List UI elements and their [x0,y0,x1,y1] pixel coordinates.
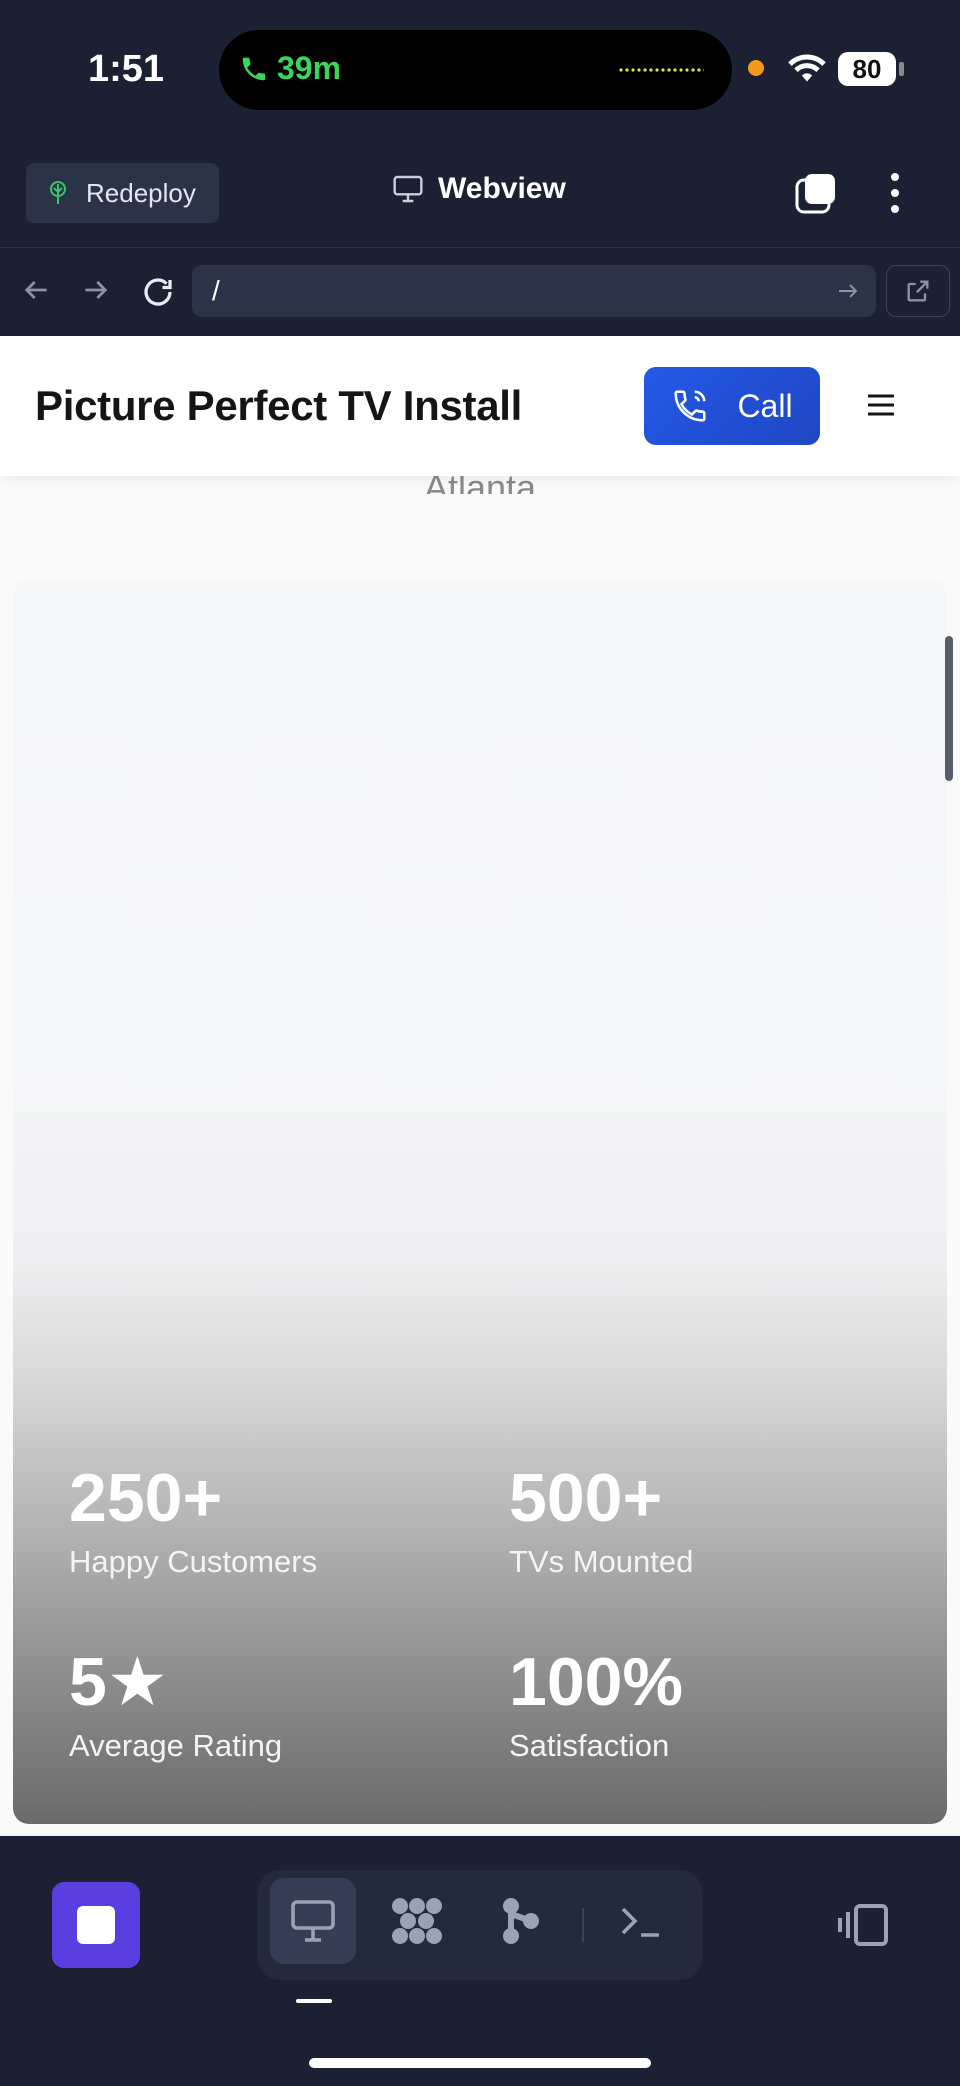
dock-separator [582,1908,584,1942]
redeploy-label: Redeploy [86,177,196,208]
tabs-icon[interactable] [793,170,839,216]
battery-tip [899,62,904,76]
webview-title-text: Webview [438,172,566,205]
privacy-indicator-icon [748,60,764,76]
active-tab-indicator [296,1999,332,2003]
view-switcher [258,1870,702,1980]
stat-label: Average Rating [69,1728,283,1763]
open-external-button[interactable] [886,265,950,317]
stat-value: 5★ [69,1644,168,1720]
audio-waveform-icon [618,68,704,72]
stat-average-rating: 5★ Average Rating [69,1648,282,1764]
stop-button[interactable] [52,1882,140,1968]
dock-webview-button[interactable] [270,1878,356,1964]
more-vertical-icon[interactable] [884,170,906,216]
redeploy-button[interactable]: Redeploy [26,163,219,223]
dock-extensions-button[interactable] [374,1878,460,1964]
stat-label: Happy Customers [69,1544,318,1579]
home-indicator[interactable] [309,2058,651,2068]
hamburger-menu-icon[interactable] [866,393,896,417]
stat-label: Satisfaction [509,1728,670,1763]
status-bar: 1:51 39m 80 [0,0,960,150]
layout-toggle-icon[interactable] [836,1902,890,1948]
stat-value: 500+ [509,1460,663,1536]
terminal-icon [621,1907,659,1937]
stat-value: 100% [509,1644,683,1720]
go-arrow-icon[interactable] [836,280,860,302]
external-link-icon [907,280,929,302]
call-indicator[interactable]: 39m [239,50,341,87]
stat-tvs-mounted: 500+ TVs Mounted [509,1464,693,1580]
phone-icon [242,57,266,80]
stat-satisfaction: 100% Satisfaction [509,1648,683,1764]
stat-value: 250+ [69,1460,223,1536]
dock-git-button[interactable] [478,1878,564,1964]
stat-happy-customers: 250+ Happy Customers [69,1464,317,1580]
monitor-icon [393,175,423,203]
forward-arrow-icon[interactable] [80,274,112,306]
stat-label: TVs Mounted [509,1544,694,1579]
app-toolbar: Redeploy Webview [0,150,960,248]
dynamic-island[interactable]: 39m [219,30,732,110]
url-input[interactable]: / [192,265,876,317]
wifi-icon [788,54,826,82]
webview-content[interactable]: Picture Perfect TV Install Call Atlanta … [0,336,960,1836]
monitor-icon [291,1900,335,1942]
browser-nav-bar: / [0,248,960,336]
stop-icon [77,1906,115,1944]
webview-scrollbar[interactable] [945,636,953,781]
battery-indicator: 80 [838,52,896,86]
stats-hero-card: 250+ Happy Customers 500+ TVs Mounted 5★… [13,580,947,1824]
webview-title: Webview [392,172,566,206]
sprout-icon [50,181,66,204]
call-button[interactable]: Call [644,367,820,445]
puzzle-icon [392,1898,442,1944]
dock-terminal-button[interactable] [598,1878,684,1964]
site-title[interactable]: Picture Perfect TV Install [35,382,522,430]
call-duration: 39m [277,50,342,86]
call-button-label: Call [737,387,793,424]
back-arrow-icon[interactable] [20,274,52,306]
clock: 1:51 [88,48,165,90]
bottom-dock [0,1836,960,2086]
site-header: Picture Perfect TV Install Call [0,336,960,476]
reload-icon[interactable] [140,274,176,310]
phone-ringing-icon [674,390,706,422]
share-icon [503,1898,539,1944]
